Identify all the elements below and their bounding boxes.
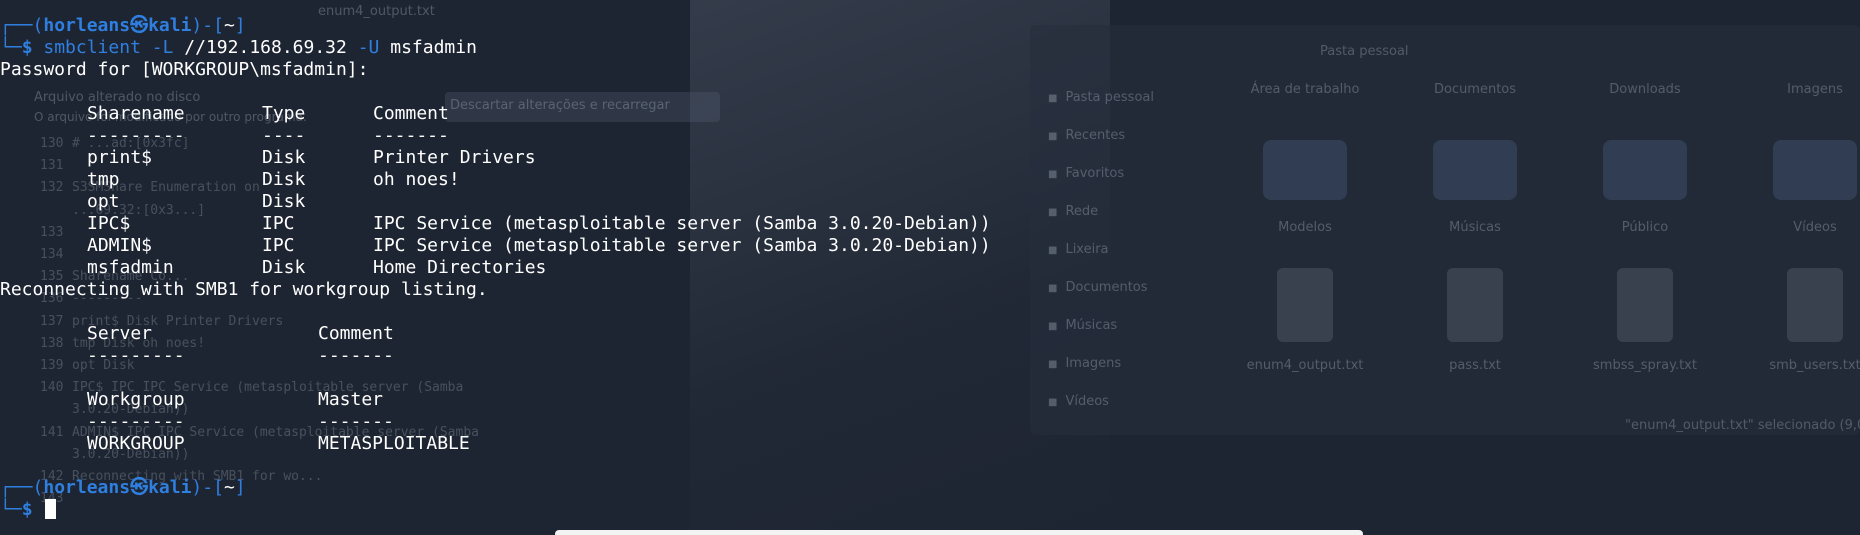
text-cursor[interactable] xyxy=(45,499,57,519)
workgroup-table-header: Workgroup Master xyxy=(0,389,1860,411)
share-cell-name: tmp xyxy=(87,169,120,190)
prompt-header: ┌──(horleans㉿kali)-[~] xyxy=(0,15,246,36)
command-flag-list: -L xyxy=(151,37,174,58)
share-cell-type: IPC xyxy=(262,235,295,256)
share-table-header: Sharename Type Comment xyxy=(0,103,1860,125)
command-binary: smbclient xyxy=(43,37,141,58)
share-cell-name: IPC$ xyxy=(87,213,131,234)
share-cell-name: msfadmin xyxy=(87,257,174,278)
workgroup-header-master: Master xyxy=(318,389,384,410)
share-cell-name: opt xyxy=(87,191,120,212)
workgroup-sep-master: ------- xyxy=(318,411,394,432)
share-table-row: IPC$ IPC IPC Service (metasploitable serve… xyxy=(0,213,1860,235)
terminal-window[interactable]: ┌──(horleans㉿kali)-[~] └─$ smbclient -L … xyxy=(0,15,1860,521)
prompt-user: horleans xyxy=(43,15,131,36)
share-cell-type: Disk xyxy=(262,191,306,212)
command-target: //192.168.69.32 xyxy=(184,37,347,58)
prompt-host: kali xyxy=(148,477,192,498)
bottom-popup-edge xyxy=(555,530,1363,535)
share-table-row: tmp Disk oh noes! xyxy=(0,169,1860,191)
share-table-row: opt Disk xyxy=(0,191,1860,213)
share-sep-name: --------- xyxy=(87,125,185,146)
share-cell-comment: Home Directories xyxy=(373,257,547,278)
share-header-comment: Comment xyxy=(373,103,449,124)
share-cell-type: Disk xyxy=(262,147,306,168)
share-sep-comment: ------- xyxy=(373,125,449,146)
workgroup-table-separator: --------- ------- xyxy=(0,411,1860,433)
share-table-row: print$ Disk Printer Drivers xyxy=(0,147,1860,169)
server-table-header: Server Comment xyxy=(0,323,1860,345)
server-sep-server: --------- xyxy=(87,345,185,366)
share-cell-comment: oh noes! xyxy=(373,169,460,190)
workgroup-sep-workgroup: --------- xyxy=(87,411,185,432)
workgroup-cell-master: METASPLOITABLE xyxy=(318,433,470,454)
share-table-row: msfadmin Disk Home Directories xyxy=(0,257,1860,279)
share-cell-type: IPC xyxy=(262,213,295,234)
prompt-host: kali xyxy=(148,15,192,36)
share-cell-name: print$ xyxy=(87,147,153,168)
share-cell-name: ADMIN$ xyxy=(87,235,153,256)
server-header-comment: Comment xyxy=(318,323,394,344)
share-cell-type: Disk xyxy=(262,257,306,278)
share-sep-type: ---- xyxy=(262,125,306,146)
password-prompt: Password for [WORKGROUP\msfadmin]: xyxy=(0,59,369,80)
command-flag-user: -U xyxy=(357,37,380,58)
share-table-row: ADMIN$ IPC IPC Service (metasploitable ser… xyxy=(0,235,1860,257)
server-header-server: Server xyxy=(87,323,153,344)
workgroup-header-workgroup: Workgroup xyxy=(87,389,185,410)
share-table-separator: --------- ---- ------- xyxy=(0,125,1860,147)
share-header-type: Type xyxy=(262,103,306,124)
server-table-separator: --------- ------- xyxy=(0,345,1860,367)
share-cell-type: Disk xyxy=(262,169,306,190)
workgroup-table-row: WORKGROUP METASPLOITABLE xyxy=(0,433,1860,455)
share-cell-comment: IPC Service (metasploitable server (Samb… xyxy=(373,235,991,256)
server-sep-comment: ------- xyxy=(318,345,394,366)
command-user: msfadmin xyxy=(390,37,477,58)
command-line: └─$ smbclient -L //192.168.69.32 -U msfa… xyxy=(0,37,477,58)
share-cell-comment: IPC Service (metasploitable server (Samb… xyxy=(373,213,991,234)
prompt-header: ┌──(horleans㉿kali)-[~] xyxy=(0,477,246,498)
prompt-cwd: ~ xyxy=(223,15,235,36)
share-cell-comment: Printer Drivers xyxy=(373,147,536,168)
input-line[interactable]: └─$ xyxy=(0,499,1860,521)
prompt-symbol: $ xyxy=(21,37,33,58)
prompt-symbol: $ xyxy=(21,499,33,520)
prompt-user: horleans xyxy=(43,477,131,498)
workgroup-cell-name: WORKGROUP xyxy=(87,433,185,454)
reconnect-message: Reconnecting with SMB1 for workgroup lis… xyxy=(0,279,488,300)
prompt-cwd: ~ xyxy=(223,477,235,498)
share-header-name: Sharename xyxy=(87,103,185,124)
